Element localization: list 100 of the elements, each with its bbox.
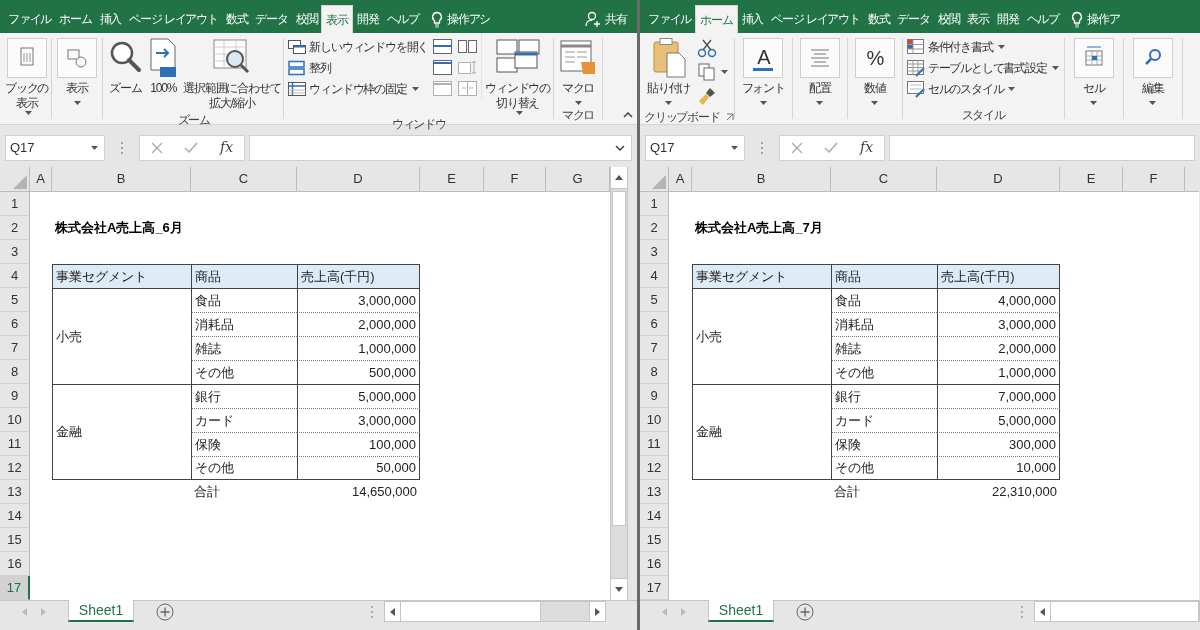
ribbon-tab[interactable]: 校閲 — [291, 5, 322, 33]
column-header[interactable]: C — [831, 167, 937, 192]
ribbon-tab[interactable]: ページ レイアウト — [767, 5, 864, 33]
column-header[interactable]: B — [52, 167, 191, 192]
insert-function-button[interactable]: fx — [220, 137, 234, 158]
cancel-icon[interactable] — [790, 141, 803, 154]
row-header[interactable]: 14 — [640, 504, 669, 528]
brush-icon[interactable] — [697, 86, 718, 106]
ribbon-tab[interactable]: データ — [893, 5, 934, 33]
number-format-button[interactable]: % 数値 — [852, 33, 897, 105]
scroll-right-button[interactable] — [589, 602, 605, 621]
row-header[interactable]: 9 — [0, 384, 30, 408]
add-sheet-icon[interactable] — [796, 603, 814, 621]
row-header[interactable]: 7 — [640, 336, 669, 360]
chevron-up-icon[interactable] — [623, 112, 633, 118]
ribbon-tab[interactable]: ヘルプ — [1022, 5, 1063, 33]
row-header[interactable]: 8 — [640, 360, 669, 384]
name-box[interactable]: Q17 — [5, 134, 105, 161]
ribbon-tab[interactable]: 表示 — [321, 5, 353, 33]
macros-button[interactable]: マクロ — [557, 33, 600, 105]
scissors-icon[interactable] — [697, 38, 718, 58]
row-header[interactable]: 10 — [0, 408, 30, 432]
scroll-thumb[interactable] — [612, 191, 626, 526]
freeze-panes-button[interactable]: ウィンドウ枠の固定 — [287, 78, 429, 99]
side-by-side-icon[interactable] — [457, 38, 479, 55]
row-header[interactable]: 3 — [0, 240, 30, 264]
row-header[interactable]: 12 — [0, 456, 30, 480]
ribbon-tab[interactable]: 開発 — [353, 5, 383, 33]
column-header[interactable]: A — [669, 167, 692, 192]
next-sheet-icon[interactable] — [681, 608, 686, 616]
row-header[interactable]: 15 — [0, 528, 30, 552]
ribbon-tab[interactable]: ファイル — [4, 5, 56, 33]
row-header[interactable]: 2 — [0, 216, 30, 240]
zoom-100-button[interactable]: 100% — [146, 33, 181, 96]
sheet-tab[interactable]: Sheet1 — [68, 600, 134, 622]
row-header[interactable]: 4 — [640, 264, 669, 288]
ribbon-tab[interactable]: ホーム — [55, 5, 96, 33]
show-button[interactable]: 表示 — [55, 33, 100, 105]
tell-me-field[interactable]: 操作ア — [1063, 5, 1124, 33]
more-icon[interactable] — [1020, 605, 1024, 619]
select-all-icon[interactable] — [652, 175, 666, 189]
scroll-down-button[interactable] — [611, 578, 627, 600]
column-header[interactable]: E — [1060, 167, 1123, 192]
name-box[interactable]: Q17 — [645, 134, 745, 161]
ribbon-tab[interactable]: ホーム — [695, 5, 738, 33]
ribbon-tab[interactable]: 数式 — [221, 5, 252, 33]
column-header[interactable]: A — [30, 167, 52, 192]
column-header[interactable]: D — [937, 167, 1060, 192]
sheet-tab[interactable]: Sheet1 — [708, 600, 774, 622]
font-button[interactable]: A フォント — [739, 33, 787, 105]
paste-button[interactable]: 貼り付け — [645, 33, 693, 105]
row-header[interactable]: 5 — [0, 288, 30, 312]
row-header[interactable]: 6 — [640, 312, 669, 336]
row-header[interactable]: 16 — [640, 552, 669, 576]
column-header[interactable] — [1185, 167, 1199, 192]
arrange-button[interactable]: 整列 — [287, 57, 429, 78]
row-header[interactable]: 11 — [640, 432, 669, 456]
row-header[interactable]: 1 — [0, 192, 30, 216]
horizontal-scrollbar[interactable] — [384, 601, 606, 622]
format-as-table-button[interactable]: テーブルとして書式設定 — [905, 57, 1059, 78]
column-header[interactable]: B — [692, 167, 831, 192]
zoom-to-selection-button[interactable]: 選択範囲に合わせて 拡大/縮小 — [181, 33, 283, 111]
scroll-thumb[interactable] — [1051, 602, 1199, 621]
column-header[interactable]: F — [1123, 167, 1185, 192]
switch-windows-button[interactable]: ウィンドウの 切り替え — [483, 33, 553, 115]
row-header[interactable]: 10 — [640, 408, 669, 432]
new-window-button[interactable]: 新しいウィンドウを開く — [287, 36, 429, 57]
row-header[interactable]: 1 — [640, 192, 669, 216]
row-header[interactable]: 13 — [640, 480, 669, 504]
workbook-views-button[interactable]: ブックの 表示 — [3, 33, 51, 115]
ribbon-tab[interactable]: 表示 — [963, 5, 993, 33]
zoom-button[interactable]: ズーム — [105, 33, 146, 96]
ribbon-tab[interactable]: 挿入 — [737, 5, 768, 33]
editing-button[interactable]: 編集 — [1130, 33, 1175, 105]
scroll-left-button[interactable] — [385, 602, 401, 621]
row-header[interactable]: 17 — [640, 576, 669, 600]
ribbon-tab[interactable]: データ — [251, 5, 292, 33]
chevron-down-icon[interactable] — [615, 144, 625, 151]
row-header[interactable]: 17 — [0, 576, 30, 600]
row-header[interactable]: 11 — [0, 432, 30, 456]
row-header[interactable]: 6 — [0, 312, 30, 336]
row-header[interactable]: 2 — [640, 216, 669, 240]
ribbon-tab[interactable]: 数式 — [863, 5, 894, 33]
scroll-thumb[interactable] — [401, 602, 541, 621]
row-header[interactable]: 3 — [640, 240, 669, 264]
scroll-left-button[interactable] — [1035, 602, 1051, 621]
tell-me-field[interactable]: 操作アシ — [423, 5, 495, 33]
column-header[interactable]: G — [546, 167, 610, 192]
row-header[interactable]: 13 — [0, 480, 30, 504]
formula-field[interactable] — [249, 134, 632, 161]
split-icon[interactable] — [432, 38, 454, 55]
ribbon-tab[interactable]: ページ レイアウト — [125, 5, 222, 33]
cells-button[interactable]: セル — [1071, 33, 1116, 105]
cell-styles-button[interactable]: セルのスタイル — [905, 78, 1059, 99]
row-header[interactable]: 15 — [640, 528, 669, 552]
conditional-formatting-button[interactable]: 条件付き書式 — [905, 36, 1059, 57]
insert-function-button[interactable]: fx — [860, 137, 874, 158]
ribbon-tab[interactable]: ヘルプ — [382, 5, 423, 33]
formula-field[interactable] — [889, 134, 1195, 161]
check-icon[interactable] — [184, 141, 199, 154]
